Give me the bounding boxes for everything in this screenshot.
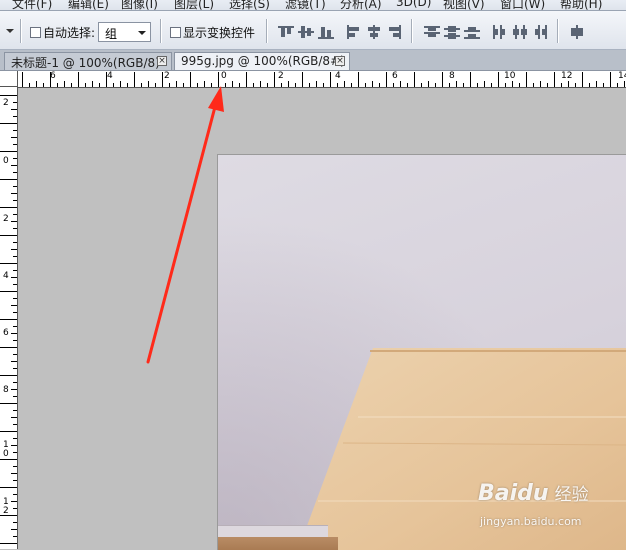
annotation-arrow-icon xyxy=(146,86,224,364)
ruler-origin-corner[interactable] xyxy=(0,71,18,87)
baidu-jingyan-watermark: Baidu 经验 jingyan.baidu.com xyxy=(478,480,589,528)
watermark-brand: 经验 xyxy=(554,485,589,505)
watermark-logo: Baidu xyxy=(478,481,549,506)
watermark-url: jingyan.baidu.com xyxy=(480,515,582,528)
